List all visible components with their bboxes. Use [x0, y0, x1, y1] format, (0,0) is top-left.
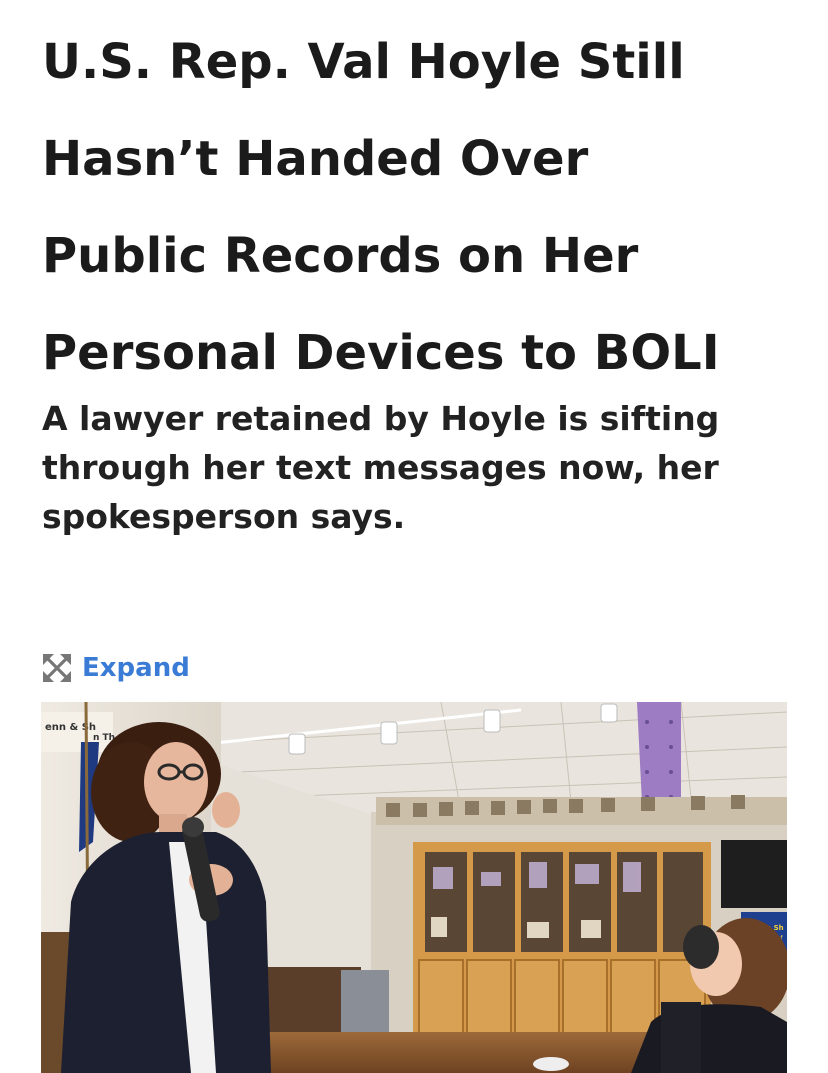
- headline-line: Hasn’t Handed Over: [42, 131, 589, 187]
- expand-arrows-icon: [43, 654, 71, 682]
- article: U.S. Rep. Val Hoyle Still Hasn’t Handed …: [42, 0, 802, 541]
- subheadline: A lawyer retained by Hoyle is sifting th…: [42, 394, 802, 541]
- subheadline-line: A lawyer retained by Hoyle is sifting: [42, 399, 720, 438]
- subheadline-line: through her text messages now, her: [42, 448, 719, 487]
- headline: U.S. Rep. Val Hoyle Still Hasn’t Handed …: [42, 0, 802, 402]
- headline-line: U.S. Rep. Val Hoyle Still: [42, 34, 685, 90]
- photo-sign-left-line: enn & Sh: [45, 722, 96, 733]
- subheadline-line: spokesperson says.: [42, 497, 406, 536]
- expand-button[interactable]: Expand: [42, 648, 190, 688]
- expand-label: Expand: [82, 653, 190, 683]
- photo-illustration: Joe Sh Class of enn & Sh n Th: [41, 702, 787, 1073]
- headline-line: Public Records on Her: [42, 228, 639, 284]
- article-photo[interactable]: Joe Sh Class of enn & Sh n Th: [41, 702, 787, 1073]
- headline-line: Personal Devices to BOLI: [42, 325, 720, 381]
